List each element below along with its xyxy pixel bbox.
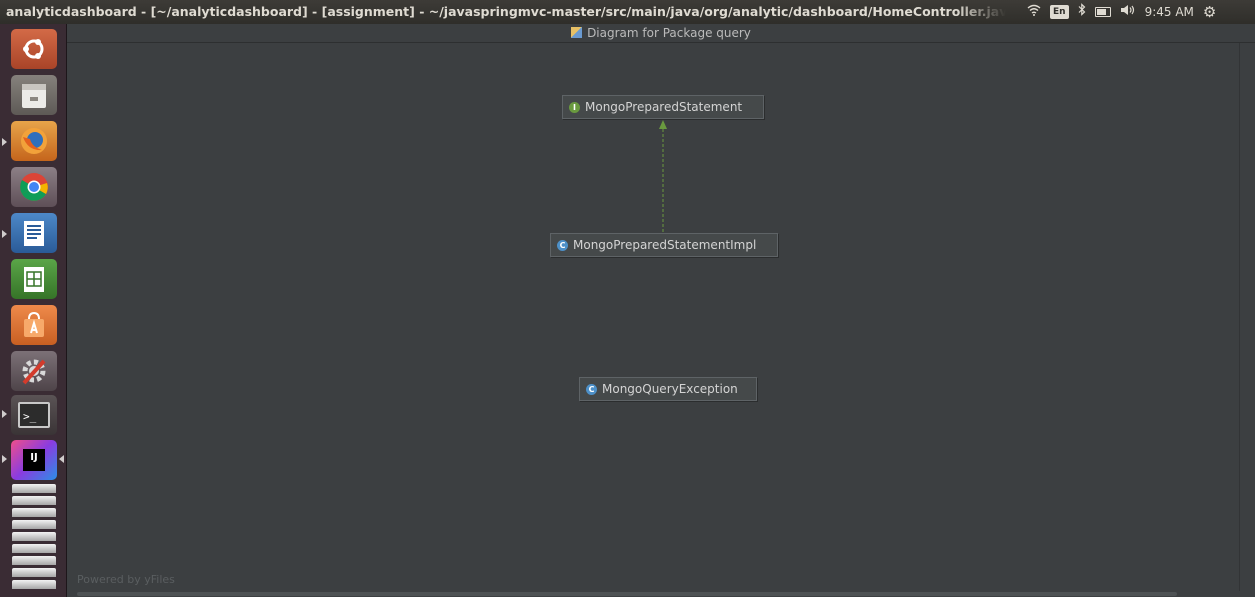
diagram-icon (571, 27, 583, 38)
shopping-bag-icon (24, 311, 44, 337)
bluetooth-icon[interactable] (1078, 0, 1086, 24)
ubuntu-dash-button[interactable] (11, 29, 57, 69)
class-icon: C (557, 239, 568, 251)
node-label: MongoPreparedStatementImpl (573, 238, 757, 252)
window-title: analyticdashboard - [~/analyticdashboard… (6, 4, 1006, 19)
system-top-panel: analyticdashboard - [~/analyticdashboard… (0, 0, 1255, 24)
software-center-button[interactable] (11, 305, 57, 345)
interface-icon: I (569, 101, 580, 113)
indicator-area: En 9:45 AM ⚙ (1021, 0, 1255, 24)
intellij-idea-button[interactable]: IJ (11, 440, 57, 480)
intellij-icon: IJ (23, 449, 45, 471)
implements-arrowhead (659, 120, 667, 129)
terminal-icon: >_ (18, 402, 50, 428)
keyboard-layout-indicator[interactable]: En (1050, 5, 1069, 19)
session-gear-icon[interactable]: ⚙ (1203, 0, 1216, 24)
diagram-node-mongo-prepared-statement[interactable]: I MongoPreparedStatement (562, 95, 764, 119)
files-button[interactable] (11, 75, 57, 115)
vertical-scrollbar[interactable] (1239, 43, 1255, 591)
horizontal-scrollbar[interactable] (67, 591, 1255, 597)
calc-spreadsheet-icon (24, 267, 44, 292)
node-label: MongoQueryException (602, 382, 738, 396)
node-label: MongoPreparedStatement (585, 100, 743, 114)
diagram-canvas[interactable]: I MongoPreparedStatement C MongoPrepared… (67, 43, 1239, 591)
diagram-title: Diagram for Package query (587, 26, 751, 40)
wifi-icon[interactable] (1027, 0, 1041, 24)
diagram-title-bar: Diagram for Package query (67, 24, 1255, 43)
chrome-icon (20, 173, 48, 201)
chrome-button[interactable] (11, 167, 57, 207)
ubuntu-logo-icon (23, 39, 44, 59)
horizontal-scrollbar-thumb[interactable] (77, 592, 1177, 596)
clock[interactable]: 9:45 AM (1145, 0, 1194, 24)
firefox-icon (21, 128, 47, 154)
settings-wrench-icon (22, 359, 46, 385)
class-icon: C (586, 383, 597, 395)
diagram-node-mongo-prepared-statement-impl[interactable]: C MongoPreparedStatementImpl (550, 233, 778, 257)
diagram-edges (659, 120, 667, 232)
libreoffice-writer-button[interactable] (11, 213, 57, 253)
system-settings-button[interactable] (11, 351, 57, 391)
launcher: >_ IJ (0, 24, 67, 597)
file-cabinet-icon (22, 84, 46, 108)
terminal-button[interactable]: >_ (11, 395, 57, 435)
yfiles-watermark: Powered by yFiles (77, 573, 175, 586)
libreoffice-calc-button[interactable] (11, 259, 57, 299)
volume-icon[interactable] (1120, 0, 1136, 24)
diagram-node-mongo-query-exception[interactable]: C MongoQueryException (579, 377, 757, 401)
battery-icon[interactable] (1094, 7, 1111, 17)
writer-document-icon (24, 221, 44, 246)
firefox-button[interactable] (11, 121, 57, 161)
